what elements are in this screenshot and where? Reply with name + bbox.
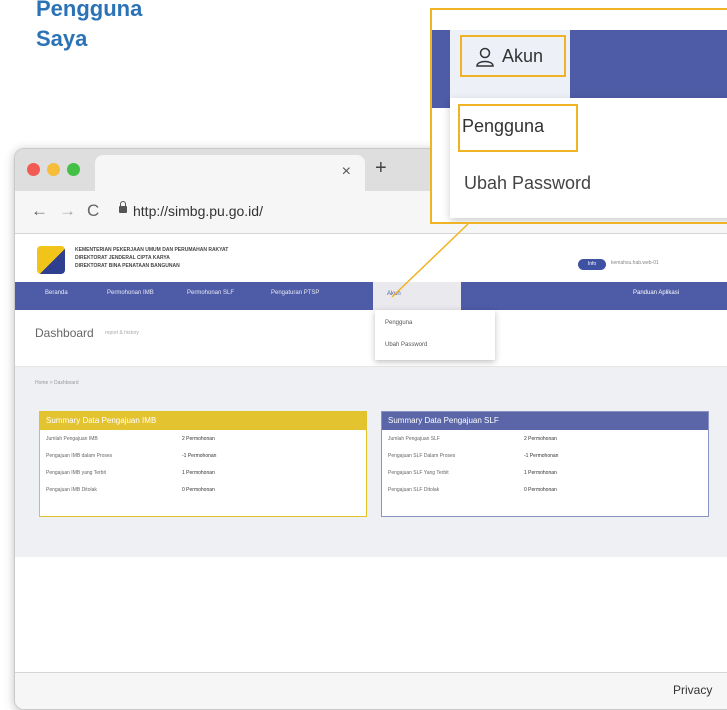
zoom-pengguna-label: Pengguna xyxy=(462,116,545,136)
zoom-menu-item-pengguna[interactable]: Pengguna xyxy=(458,104,578,152)
zoom-akun-button[interactable]: Akun xyxy=(460,35,566,77)
zoom-akun-label: Akun xyxy=(502,46,544,66)
zoom-menu-item-ubah-password[interactable]: Ubah Password xyxy=(464,173,591,194)
user-icon xyxy=(476,47,494,67)
zoom-callout: Akun Pengguna Ubah Password xyxy=(430,8,727,224)
privacy-link[interactable]: Privacy xyxy=(673,683,712,697)
